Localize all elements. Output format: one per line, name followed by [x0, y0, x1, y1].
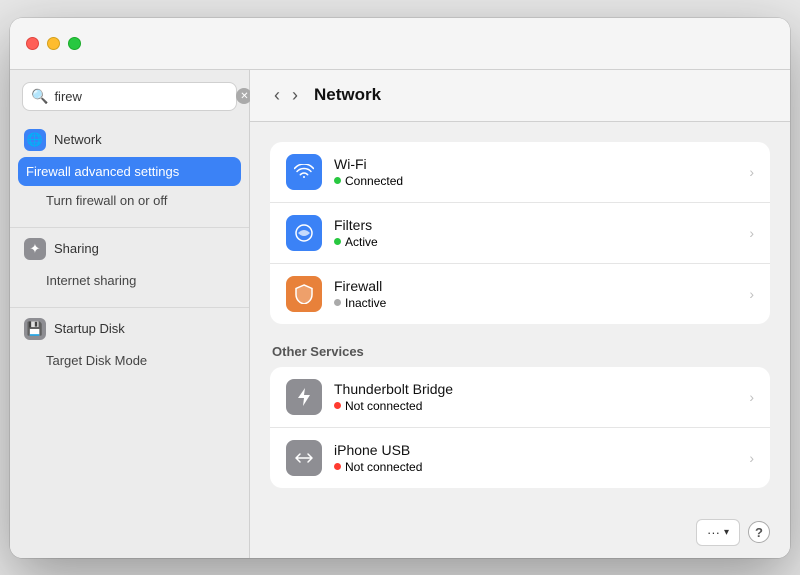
network-item-firewall[interactable]: Firewall Inactive › [270, 264, 770, 324]
filters-name: Filters [334, 217, 737, 233]
firewall-name: Firewall [334, 278, 737, 294]
search-input[interactable] [54, 89, 230, 104]
help-button[interactable]: ? [748, 521, 770, 543]
network-icon: 🌐 [24, 129, 46, 151]
network-item-filters[interactable]: Filters Active › [270, 203, 770, 264]
firewall-status: Inactive [334, 296, 737, 310]
thunderbolt-name: Thunderbolt Bridge [334, 381, 737, 397]
thunderbolt-icon [286, 379, 322, 415]
thunderbolt-info: Thunderbolt Bridge Not connected [334, 381, 737, 413]
forward-button[interactable]: › [288, 84, 302, 106]
back-button[interactable]: ‹ [270, 84, 284, 106]
iphone-usb-status-text: Not connected [345, 460, 422, 474]
more-button[interactable]: ··· ▾ [696, 519, 740, 546]
firewall-status-dot [334, 299, 341, 306]
sidebar-parent-label: Network [54, 132, 102, 147]
close-button[interactable] [26, 37, 39, 50]
thunderbolt-status-dot [334, 402, 341, 409]
iphone-usb-status-dot [334, 463, 341, 470]
minimize-button[interactable] [47, 37, 60, 50]
filters-icon [286, 215, 322, 251]
filters-chevron-icon: › [749, 225, 754, 241]
bottom-bar: ··· ▾ ? [250, 507, 790, 558]
more-button-label: ··· [707, 525, 720, 540]
other-services-label: Other Services [270, 344, 770, 359]
search-icon: 🔍 [31, 88, 48, 105]
sidebar-parent-sharing: ✦ Sharing [10, 232, 249, 266]
wifi-icon [286, 154, 322, 190]
filters-status-text: Active [345, 235, 378, 249]
sharing-icon: ✦ [24, 238, 46, 260]
main-header: ‹ › Network [250, 70, 790, 122]
iphone-usb-status: Not connected [334, 460, 737, 474]
filters-info: Filters Active [334, 217, 737, 249]
firewall-chevron-icon: › [749, 286, 754, 302]
iphone-usb-info: iPhone USB Not connected [334, 442, 737, 474]
iphone-usb-icon [286, 440, 322, 476]
sidebar-item-turn-firewall[interactable]: Turn firewall on or off [10, 186, 249, 215]
title-bar [10, 18, 790, 70]
main-content: ‹ › Network [250, 70, 790, 558]
network-item-thunderbolt[interactable]: Thunderbolt Bridge Not connected › [270, 367, 770, 428]
help-label: ? [755, 525, 763, 540]
divider-1 [10, 227, 249, 228]
sidebar-parent-label: Sharing [54, 241, 99, 256]
primary-network-list: Wi-Fi Connected › [270, 142, 770, 324]
sidebar-item-target-disk[interactable]: Target Disk Mode [10, 346, 249, 375]
thunderbolt-status-text: Not connected [345, 399, 422, 413]
filters-status: Active [334, 235, 737, 249]
wifi-info: Wi-Fi Connected [334, 156, 737, 188]
content-area: 🔍 ✕ 🌐 Network Firewall advanced settings… [10, 70, 790, 558]
secondary-network-list: Thunderbolt Bridge Not connected › [270, 367, 770, 488]
search-bar[interactable]: 🔍 ✕ [22, 82, 237, 111]
sidebar-item-label: Target Disk Mode [46, 353, 147, 368]
firewall-info: Firewall Inactive [334, 278, 737, 310]
maximize-button[interactable] [68, 37, 81, 50]
filters-status-dot [334, 238, 341, 245]
network-item-iphone-usb[interactable]: iPhone USB Not connected › [270, 428, 770, 488]
sidebar-parent-label: Startup Disk [54, 321, 125, 336]
wifi-name: Wi-Fi [334, 156, 737, 172]
sidebar-section-sharing: ✦ Sharing Internet sharing [10, 232, 249, 295]
iphone-usb-chevron-icon: › [749, 450, 754, 466]
sidebar-item-firewall-advanced[interactable]: Firewall advanced settings [18, 157, 241, 186]
page-title: Network [314, 85, 381, 105]
traffic-lights [26, 37, 81, 50]
sidebar-parent-startup: 💾 Startup Disk [10, 312, 249, 346]
main-window: 🔍 ✕ 🌐 Network Firewall advanced settings… [10, 18, 790, 558]
wifi-status-text: Connected [345, 174, 403, 188]
sidebar-item-label: Turn firewall on or off [46, 193, 167, 208]
sidebar-parent-network: 🌐 Network [10, 123, 249, 157]
more-chevron-icon: ▾ [724, 527, 729, 538]
sidebar-item-internet-sharing[interactable]: Internet sharing [10, 266, 249, 295]
network-item-wifi[interactable]: Wi-Fi Connected › [270, 142, 770, 203]
wifi-status: Connected [334, 174, 737, 188]
wifi-chevron-icon: › [749, 164, 754, 180]
nav-buttons: ‹ › [270, 84, 302, 106]
sidebar-section-startup: 💾 Startup Disk Target Disk Mode [10, 312, 249, 375]
divider-2 [10, 307, 249, 308]
sidebar-item-label: Internet sharing [46, 273, 136, 288]
sidebar-section-network: 🌐 Network Firewall advanced settings Tur… [10, 123, 249, 215]
startup-icon: 💾 [24, 318, 46, 340]
firewall-icon [286, 276, 322, 312]
firewall-status-text: Inactive [345, 296, 386, 310]
iphone-usb-name: iPhone USB [334, 442, 737, 458]
thunderbolt-chevron-icon: › [749, 389, 754, 405]
wifi-status-dot [334, 177, 341, 184]
thunderbolt-status: Not connected [334, 399, 737, 413]
main-body: Wi-Fi Connected › [250, 122, 790, 507]
sidebar-item-label: Firewall advanced settings [26, 164, 179, 179]
sidebar: 🔍 ✕ 🌐 Network Firewall advanced settings… [10, 70, 250, 558]
